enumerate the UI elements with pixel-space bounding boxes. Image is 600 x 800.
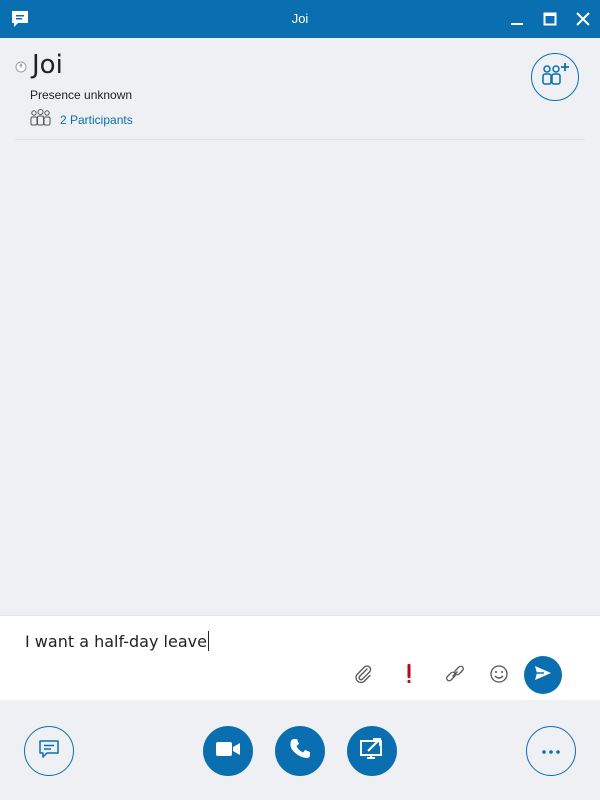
- compose-area[interactable]: I want a half-day leave: [0, 615, 600, 700]
- attach-file-icon[interactable]: [350, 661, 376, 687]
- link-icon[interactable]: [442, 661, 468, 687]
- participants-icon: [30, 108, 51, 132]
- im-icon: [37, 738, 61, 765]
- minimize-icon[interactable]: [505, 7, 529, 31]
- participants-label: 2 Participants: [60, 113, 133, 127]
- add-people-button[interactable]: [531, 53, 579, 101]
- add-people-icon: [540, 61, 570, 94]
- presence-status: Presence unknown: [30, 88, 133, 102]
- more-options-button[interactable]: [526, 726, 576, 776]
- maximize-icon[interactable]: [538, 7, 562, 31]
- presence-unknown-icon: [15, 60, 27, 73]
- title-bar: Joi: [0, 0, 600, 38]
- present-screen-icon: [359, 737, 385, 766]
- message-text: I want a half-day leave: [25, 632, 207, 651]
- close-icon[interactable]: [571, 7, 595, 31]
- participants-link[interactable]: 2 Participants: [30, 108, 133, 132]
- video-call-button[interactable]: [203, 726, 253, 776]
- high-importance-icon[interactable]: [396, 661, 422, 687]
- more-options-icon: [541, 742, 561, 760]
- phone-call-button[interactable]: [275, 726, 325, 776]
- video-call-icon: [214, 739, 242, 764]
- text-caret: [207, 631, 209, 651]
- emoji-icon[interactable]: [486, 661, 512, 687]
- conversation-history[interactable]: [0, 140, 600, 615]
- present-screen-button[interactable]: [347, 726, 397, 776]
- phone-call-icon: [288, 737, 312, 766]
- contact-name: Joi: [32, 50, 63, 80]
- send-button[interactable]: [524, 656, 562, 694]
- im-button[interactable]: [24, 726, 74, 776]
- send-icon: [533, 663, 553, 688]
- message-input[interactable]: I want a half-day leave: [25, 631, 209, 651]
